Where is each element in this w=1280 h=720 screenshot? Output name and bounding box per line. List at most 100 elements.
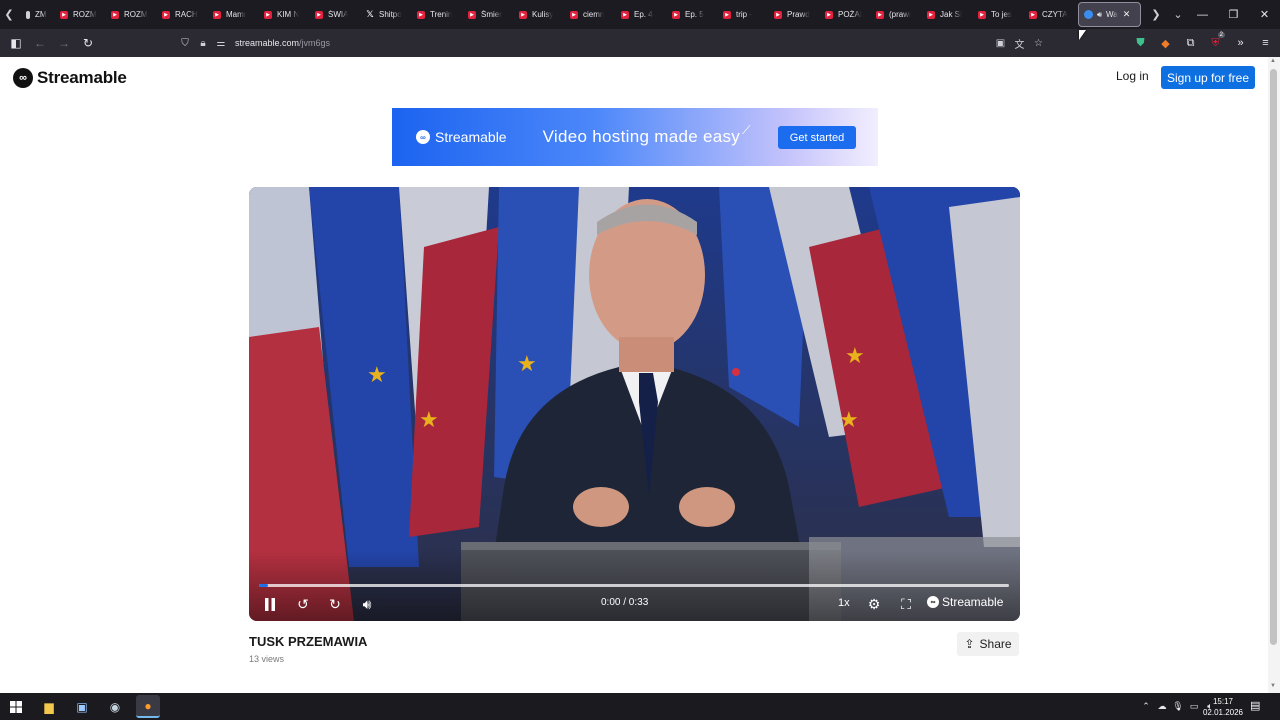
os-taskbar: ▆ ▣ ◉ ● ⌃ ☁ 🎙︎ ▭ 🔈︎ 15:17 02.01.2026 ▤	[0, 693, 1280, 720]
volume-icon: 🔊︎	[362, 595, 372, 612]
close-tab-icon[interactable]: ✕	[1123, 9, 1131, 20]
tab-title: Ep. 5	[685, 10, 704, 19]
tab-title: POŻAI	[838, 10, 863, 19]
browser-tab[interactable]: ▶ ciemn	[562, 0, 613, 29]
browser-tab[interactable]: ▶ Ep. 5	[664, 0, 715, 29]
scroll-tabs-left-icon[interactable]: ❮	[0, 0, 18, 29]
browser-tab[interactable]: ▶ KIM N	[256, 0, 307, 29]
share-label: Share	[979, 637, 1012, 651]
browser-tab[interactable]: ▶ ŚWIĄ	[307, 0, 358, 29]
scroll-down-arrow-icon[interactable]: ▼	[1270, 683, 1276, 689]
steam-icon[interactable]: ◉	[103, 695, 127, 718]
show-hidden-icons-icon[interactable]: ⌃	[1138, 701, 1154, 712]
reload-icon[interactable]: ↻	[76, 31, 100, 55]
youtube-icon: ▶	[315, 10, 323, 19]
browser-tab[interactable]: 𝕏 Shitpo	[358, 0, 409, 29]
forward-button[interactable]: ↻	[325, 595, 345, 613]
ublock-extension-icon[interactable]: ⛨ 2	[1203, 31, 1228, 50]
page-scrollbar[interactable]: ▲ ▼	[1268, 57, 1280, 693]
url-bar[interactable]: ⛉ 🔒︎ ⚌ streamable.com/jvm6gs ▣ 文 ☆	[176, 31, 1048, 55]
browser-tab[interactable]: ▶ ROZM	[52, 0, 103, 29]
remote-desktop-icon[interactable]: ▣	[70, 695, 94, 718]
file-explorer-icon[interactable]: ▆	[37, 695, 61, 718]
speaker-icon[interactable]: 🔊︎	[1097, 10, 1102, 20]
youtube-icon: ▶	[111, 10, 119, 19]
get-started-button[interactable]: Get started	[778, 126, 856, 149]
scrollbar-thumb[interactable]	[1270, 69, 1277, 645]
browser-tab[interactable]: ▶ Trenin	[409, 0, 460, 29]
scroll-up-arrow-icon[interactable]: ▲	[1270, 58, 1276, 64]
tab-title: Ep. 4	[634, 10, 653, 19]
tracking-protection-icon[interactable]: ⛉	[176, 38, 194, 49]
ad-banner[interactable]: ∞ Streamable Video hosting made easy ⟋ G…	[392, 108, 878, 166]
scroll-tabs-right-icon[interactable]: ❯	[1145, 0, 1167, 29]
lock-icon[interactable]: 🔒︎	[194, 38, 212, 49]
overflow-menu-icon[interactable]: »	[1228, 37, 1253, 49]
sidebar-toggle-icon[interactable]: ◧	[4, 31, 28, 55]
browser-tab[interactable]: ▶ Śmier	[460, 0, 511, 29]
streamable-icon	[1084, 10, 1093, 19]
tab-title: ciemn	[583, 10, 605, 19]
hamburger-menu-icon[interactable]: ≡	[1253, 37, 1278, 49]
youtube-icon: ▶	[417, 10, 425, 19]
browser-tab[interactable]: ZM	[18, 0, 52, 29]
back-icon[interactable]: ←	[28, 31, 52, 55]
login-link[interactable]: Log in	[1116, 69, 1149, 87]
volume-button[interactable]: 🔊︎	[357, 595, 377, 613]
extensions-puzzle-icon[interactable]: ⧉	[1178, 37, 1203, 50]
restore-icon[interactable]: ❐	[1218, 0, 1249, 29]
url-text[interactable]: streamable.com/jvm6gs	[235, 38, 330, 48]
browser-tab[interactable]: ▶ trip -	[715, 0, 766, 29]
site-logo[interactable]: ∞ Streamable	[13, 68, 127, 88]
reader-view-icon[interactable]: ▣	[991, 38, 1010, 49]
svg-text:★: ★	[367, 363, 387, 388]
microphone-icon[interactable]: 🎙︎	[1170, 701, 1186, 712]
settings-button[interactable]: ⚙	[864, 595, 884, 613]
browser-tab[interactable]: ▶ POŻAI	[817, 0, 868, 29]
browser-tab[interactable]: ▶ Ep. 4	[613, 0, 664, 29]
svg-text:★: ★	[845, 344, 865, 369]
browser-tab[interactable]: ▶ Kulisy	[511, 0, 562, 29]
browser-tab[interactable]: ▶ CZYTA	[1021, 0, 1072, 29]
site-permissions-icon[interactable]: ⚌	[212, 38, 230, 49]
browser-tab-strip: ❮ ZM ▶ ROZM ▶ ROZM ▶ RACH ▶ Mamr ▶ KIM N ▶ ŚWIĄ 𝕏 Shit…	[0, 0, 1280, 29]
active-tab[interactable]: 🔊︎ Wa ✕	[1078, 2, 1141, 27]
browser-tab[interactable]: ▶ To jes	[970, 0, 1021, 29]
minimize-icon[interactable]: —	[1187, 0, 1218, 29]
tab-title: Śmier	[481, 10, 502, 19]
rewind-icon: ↺	[297, 595, 309, 612]
onedrive-icon[interactable]: ☁	[1154, 701, 1170, 712]
forward-icon[interactable]: →	[52, 31, 76, 55]
close-window-icon[interactable]: ✕	[1249, 0, 1280, 29]
bookmark-star-icon[interactable]: ☆	[1029, 38, 1048, 49]
browser-tab[interactable]: ▶ Jak SI	[919, 0, 970, 29]
browser-tab[interactable]: ▶ Prawd	[766, 0, 817, 29]
list-all-tabs-icon[interactable]: ⌄	[1167, 0, 1189, 29]
pause-button[interactable]	[261, 595, 279, 613]
translate-icon[interactable]: 文	[1010, 36, 1029, 51]
share-button[interactable]: ⇪ Share	[957, 632, 1019, 656]
extension-badge: 2	[1217, 31, 1225, 38]
progress-bar[interactable]	[259, 584, 1009, 587]
taskbar-clock[interactable]: 15:17 02.01.2026	[1202, 696, 1244, 718]
tab-title: To jes	[991, 10, 1012, 19]
firefox-icon[interactable]: ●	[136, 695, 160, 718]
browser-tab[interactable]: ▶ Mamr	[205, 0, 256, 29]
fullscreen-button[interactable]: ⛶	[896, 595, 916, 613]
tab-title: Shitpo	[379, 10, 402, 19]
signup-button[interactable]: Sign up for free	[1161, 66, 1255, 89]
video-player[interactable]: ★★★ ★★★ ↺	[249, 187, 1020, 621]
rewind-button[interactable]: ↺	[293, 595, 313, 613]
player-brand-link[interactable]: ∞ Streamable	[927, 595, 1003, 609]
browser-tab[interactable]: ▶ ROZM	[103, 0, 154, 29]
time-display: 0:00 / 0:33	[601, 597, 649, 608]
shield-extension-icon[interactable]: ⛊	[1128, 37, 1153, 50]
fullscreen-icon: ⛶	[901, 595, 911, 612]
playback-speed-button[interactable]: 1x	[838, 597, 850, 609]
notification-icon[interactable]: ▤	[1250, 699, 1260, 712]
windows-start-icon[interactable]	[4, 695, 28, 718]
network-icon[interactable]: ▭	[1186, 701, 1202, 712]
browser-tab[interactable]: ▶ (prawi	[868, 0, 919, 29]
fox-extension-icon[interactable]: ◆	[1153, 37, 1178, 50]
browser-tab[interactable]: ▶ RACH	[154, 0, 205, 29]
